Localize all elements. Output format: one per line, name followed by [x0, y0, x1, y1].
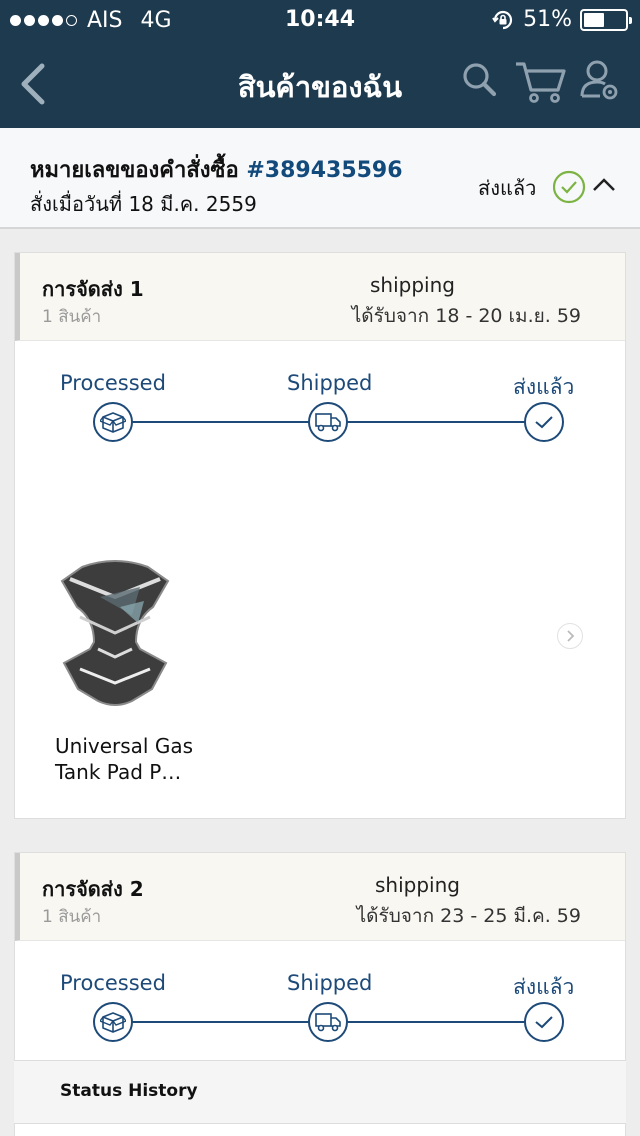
shipment-1-header: การจัดส่ง 1 1 สินค้า shipping ได้รับจาก …	[15, 253, 625, 341]
processed-box-icon	[93, 402, 133, 442]
nav-bar: สินค้าของฉัน	[0, 40, 640, 128]
order-number: #389435596	[246, 158, 403, 183]
step-processed-label: Processed	[60, 371, 166, 395]
step-delivered-label: ส่งแล้ว	[513, 375, 575, 399]
battery-icon	[580, 8, 632, 31]
product-name[interactable]: Universal Gas Tank Pad P…	[55, 733, 225, 785]
search-icon[interactable]	[460, 58, 500, 102]
step-delivered-label: ส่งแล้ว	[513, 975, 575, 999]
processed-box-icon	[93, 1002, 133, 1042]
step-processed-label: Processed	[60, 971, 166, 995]
product-image[interactable]	[40, 557, 190, 717]
shipment-2-item-count: 1 สินค้า	[42, 907, 102, 927]
shipment-2-delivery-estimate: ได้รับจาก 23 - 25 มี.ค. 59	[356, 905, 581, 927]
order-status-label: ส่งแล้ว	[478, 176, 537, 200]
status-bar: AIS 4G 10:44 51%	[0, 0, 640, 40]
shipment-1-method: shipping	[370, 273, 455, 297]
shipment-2-method: shipping	[375, 873, 460, 897]
shipment-1-progress: Processed Shipped ส่งแล้ว	[15, 341, 625, 461]
order-number-row: หมายเลขของคำสั่งซื้อ #389435596	[30, 152, 403, 187]
step-shipped-label: Shipped	[287, 371, 373, 395]
account-settings-icon[interactable]	[578, 58, 620, 104]
delivered-check-icon	[524, 1002, 564, 1042]
shipped-truck-icon	[308, 1002, 348, 1042]
shipment-1-delivery-estimate: ได้รับจาก 18 - 20 เม.ย. 59	[351, 305, 581, 327]
shipment-1-title: การจัดส่ง 1	[42, 277, 144, 301]
status-history-row[interactable]: Status History	[14, 1060, 626, 1124]
order-date: สั่งเมื่อวันที่ 18 มี.ค. 2559	[30, 192, 257, 216]
step-shipped-label: Shipped	[287, 971, 373, 995]
rotation-lock-icon	[492, 10, 513, 29]
shipped-truck-icon	[308, 402, 348, 442]
collapse-chevron-up-icon[interactable]	[592, 175, 616, 195]
cart-icon[interactable]	[514, 58, 568, 106]
order-number-label: หมายเลขของคำสั่งซื้อ	[30, 158, 239, 183]
shipment-2-header: การจัดส่ง 2 1 สินค้า shipping ได้รับจาก …	[15, 853, 625, 941]
order-header[interactable]: หมายเลขของคำสั่งซื้อ #389435596 สั่งเมื่…	[0, 128, 640, 229]
shipment-2-progress: Processed Shipped ส่งแล้ว	[15, 941, 625, 1061]
chevron-right-icon[interactable]	[557, 623, 583, 649]
shipment-1-item-count: 1 สินค้า	[42, 307, 102, 327]
battery-percent: 51%	[523, 7, 572, 32]
status-history-label: Status History	[60, 1081, 198, 1101]
shipment-2-title: การจัดส่ง 2	[42, 877, 144, 901]
delivered-check-icon	[524, 402, 564, 442]
